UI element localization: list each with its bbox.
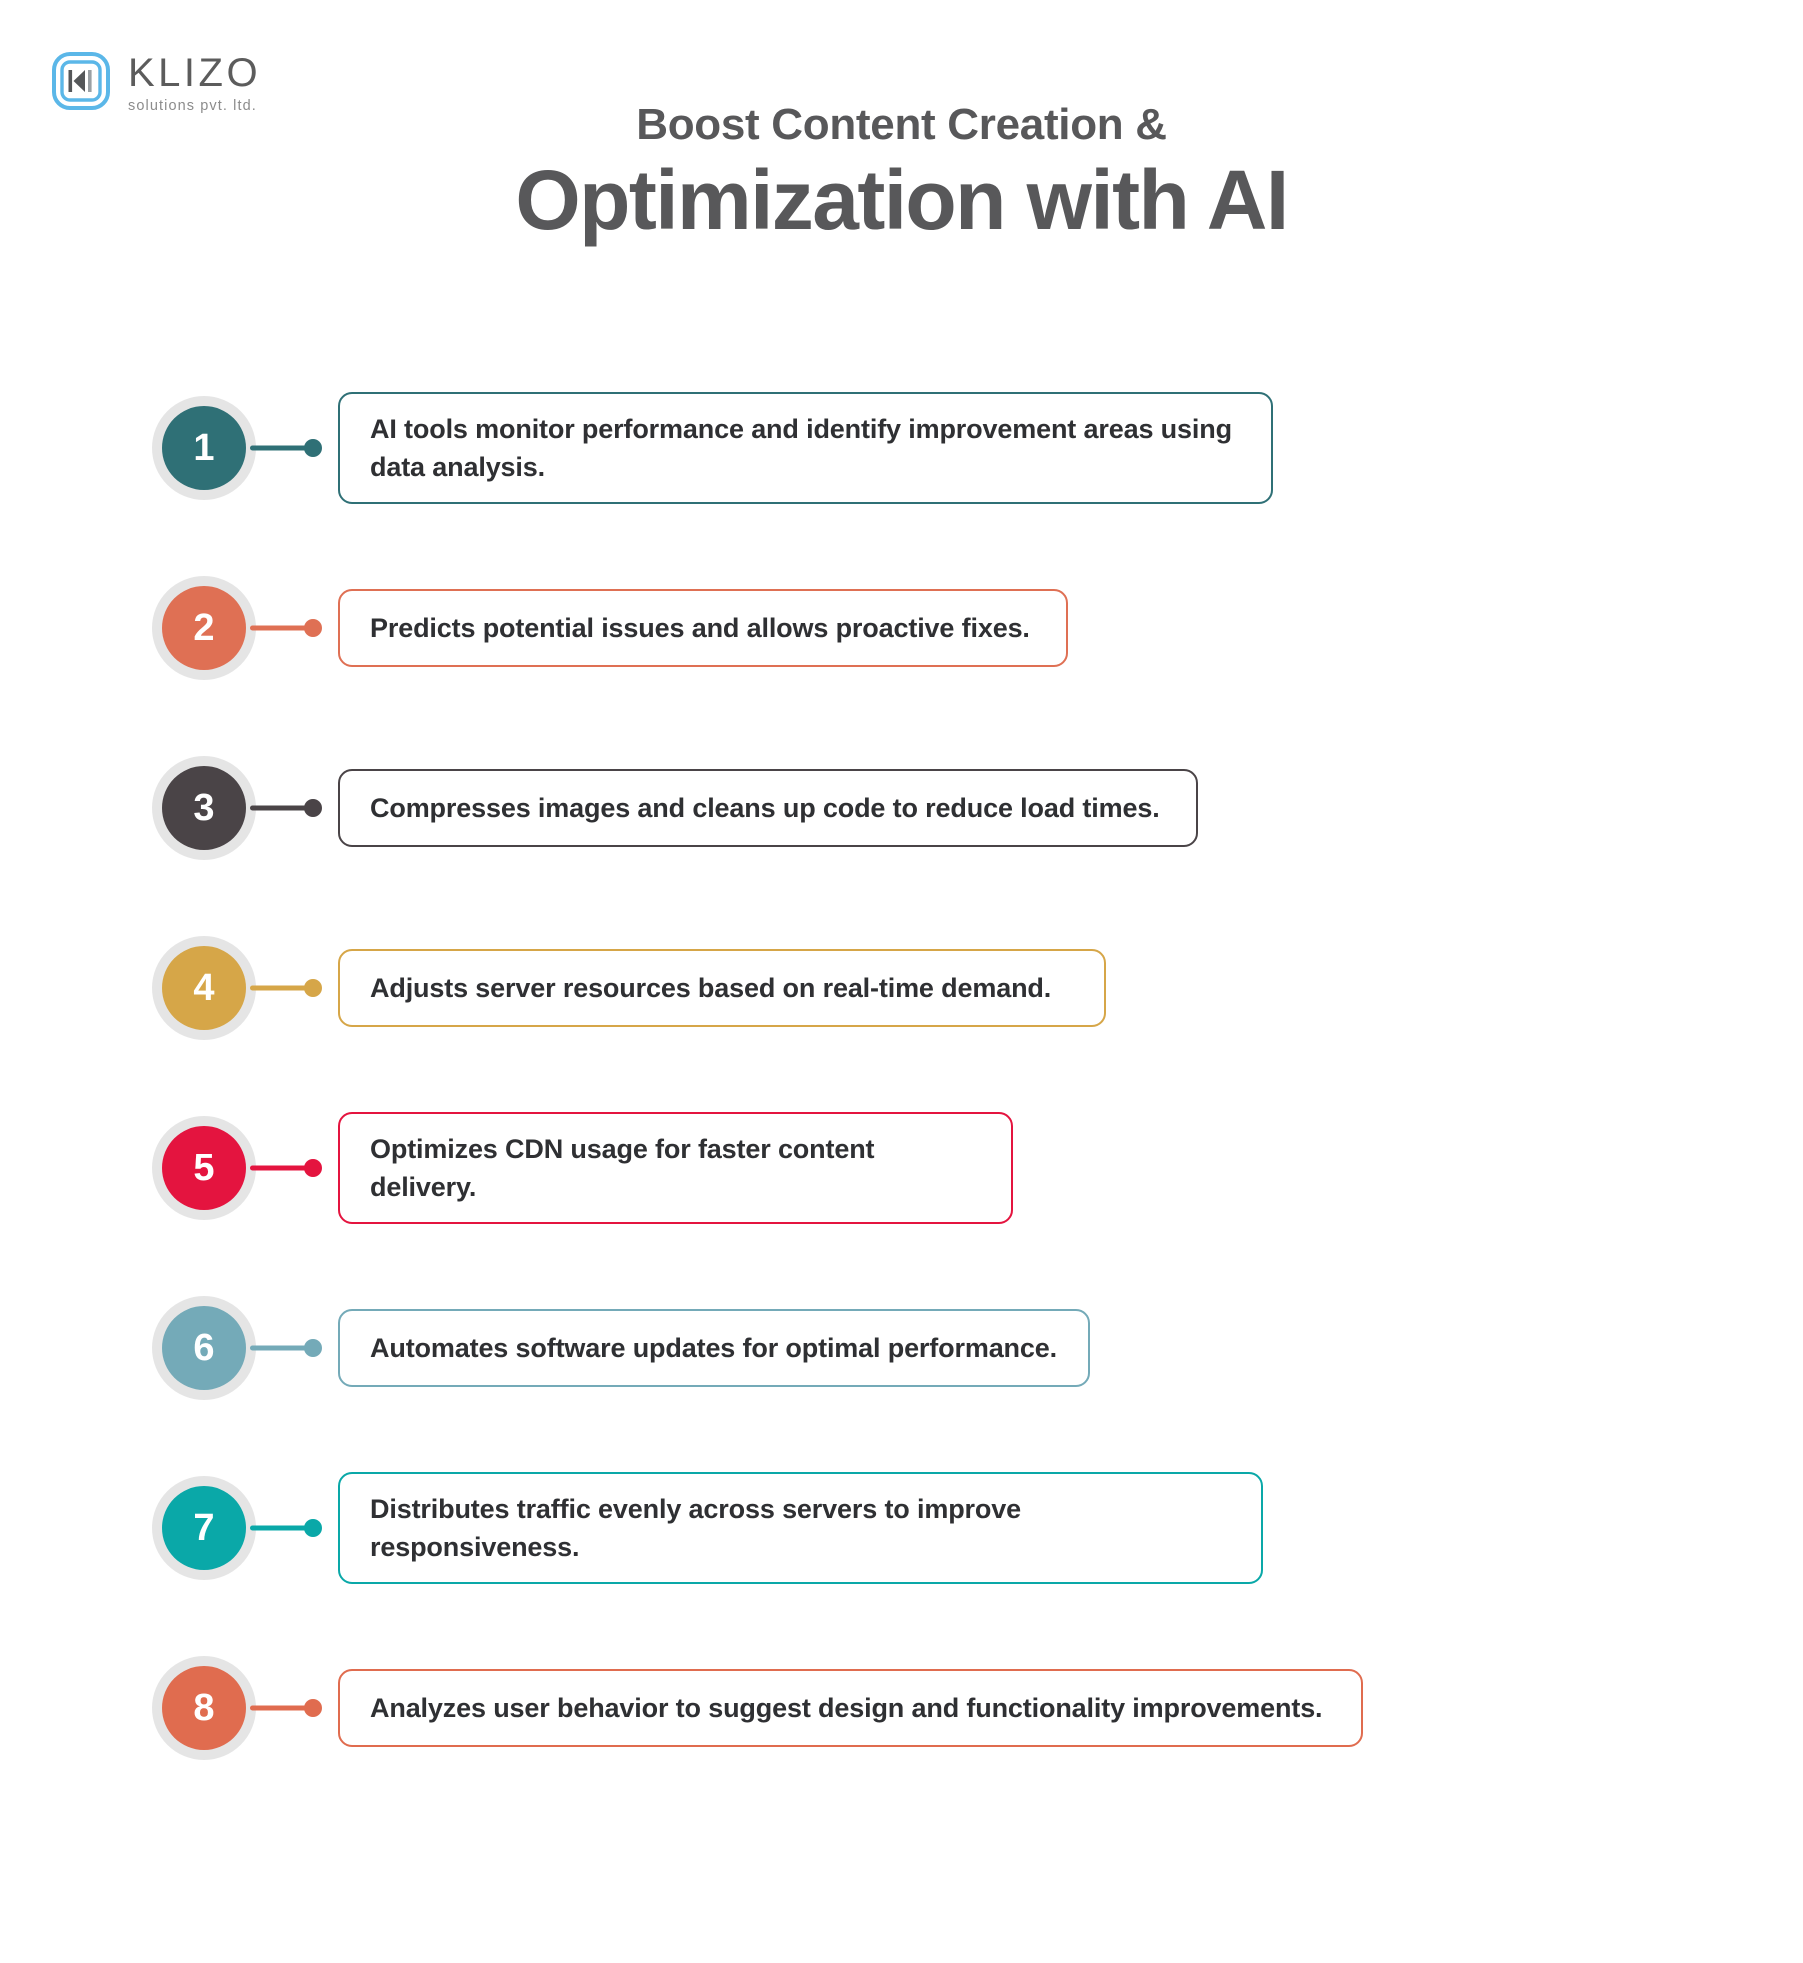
step-item: 3 Compresses images and cleans up code to… <box>0 718 1803 898</box>
step-card: Adjusts server resources based on real-t… <box>338 949 1106 1027</box>
step-badge: 1 <box>152 396 256 500</box>
step-connector <box>250 619 326 637</box>
step-badge: 2 <box>152 576 256 680</box>
step-connector-line <box>250 625 308 631</box>
step-connector-dot <box>304 439 322 457</box>
step-card: Compresses images and cleans up code to … <box>338 769 1198 847</box>
step-connector-dot <box>304 1699 322 1717</box>
step-connector-line <box>250 1705 308 1711</box>
step-connector-line <box>250 985 308 991</box>
step-badge: 7 <box>152 1476 256 1580</box>
step-card: Predicts potential issues and allows pro… <box>338 589 1068 667</box>
step-badge: 8 <box>152 1656 256 1760</box>
step-number: 7 <box>162 1486 246 1570</box>
step-card-text: Automates software updates for optimal p… <box>370 1332 1057 1363</box>
step-connector <box>250 1339 326 1357</box>
step-card-text: Predicts potential issues and allows pro… <box>370 612 1030 643</box>
step-item: 7 Distributes traffic evenly across serve… <box>0 1438 1803 1618</box>
step-number: 6 <box>162 1306 246 1390</box>
infographic-page: KLIZO solutions pvt. ltd. Boost Content … <box>0 0 1803 1963</box>
step-connector-line <box>250 805 308 811</box>
step-connector <box>250 799 326 817</box>
step-connector-dot <box>304 1339 322 1357</box>
step-item: 4 Adjusts server resources based on real-… <box>0 898 1803 1078</box>
step-number: 5 <box>162 1126 246 1210</box>
step-connector <box>250 979 326 997</box>
step-badge: 6 <box>152 1296 256 1400</box>
step-badge: 4 <box>152 936 256 1040</box>
step-card-text: Compresses images and cleans up code to … <box>370 792 1160 823</box>
step-card: Analyzes user behavior to suggest design… <box>338 1669 1363 1747</box>
step-card: AI tools monitor performance and identif… <box>338 391 1273 505</box>
step-card-text: Optimizes CDN usage for faster content d… <box>370 1133 875 1202</box>
step-card-text: Analyzes user behavior to suggest design… <box>370 1692 1323 1723</box>
step-connector-line <box>250 1345 308 1351</box>
step-badge: 3 <box>152 756 256 860</box>
step-item: 6 Automates software updates for optimal … <box>0 1258 1803 1438</box>
step-card: Automates software updates for optimal p… <box>338 1309 1090 1387</box>
step-number: 1 <box>162 406 246 490</box>
step-connector-line <box>250 1525 308 1531</box>
step-connector-line <box>250 445 308 451</box>
step-connector <box>250 1519 326 1537</box>
page-title: Boost Content Creation & Optimization wi… <box>0 100 1803 247</box>
step-connector-dot <box>304 979 322 997</box>
step-connector <box>250 1159 326 1177</box>
step-connector <box>250 1699 326 1717</box>
page-title-line-1: Boost Content Creation & <box>636 100 1167 149</box>
step-item: 8 Analyzes user behavior to suggest desig… <box>0 1618 1803 1798</box>
step-card-text: Distributes traffic evenly across server… <box>370 1493 1021 1562</box>
step-number: 3 <box>162 766 246 850</box>
step-card: Distributes traffic evenly across server… <box>338 1471 1263 1585</box>
step-connector-line <box>250 1165 308 1171</box>
step-connector-dot <box>304 799 322 817</box>
step-item: 1 AI tools monitor performance and identi… <box>0 358 1803 538</box>
brand-name: KLIZO <box>128 50 262 95</box>
step-number: 4 <box>162 946 246 1030</box>
step-number: 2 <box>162 586 246 670</box>
step-connector-dot <box>304 1519 322 1537</box>
step-badge: 5 <box>152 1116 256 1220</box>
step-connector-dot <box>304 1159 322 1177</box>
steps-list: 1 AI tools monitor performance and identi… <box>0 358 1803 1798</box>
step-item: 2 Predicts potential issues and allows pr… <box>0 538 1803 718</box>
step-card: Optimizes CDN usage for faster content d… <box>338 1111 1013 1225</box>
step-number: 8 <box>162 1666 246 1750</box>
step-item: 5 Optimizes CDN usage for faster content … <box>0 1078 1803 1258</box>
step-connector <box>250 439 326 457</box>
page-title-line-2: Optimization with AI <box>515 152 1289 247</box>
step-connector-dot <box>304 619 322 637</box>
step-card-text: Adjusts server resources based on real-t… <box>370 972 1052 1003</box>
step-card-text: AI tools monitor performance and identif… <box>370 413 1232 482</box>
